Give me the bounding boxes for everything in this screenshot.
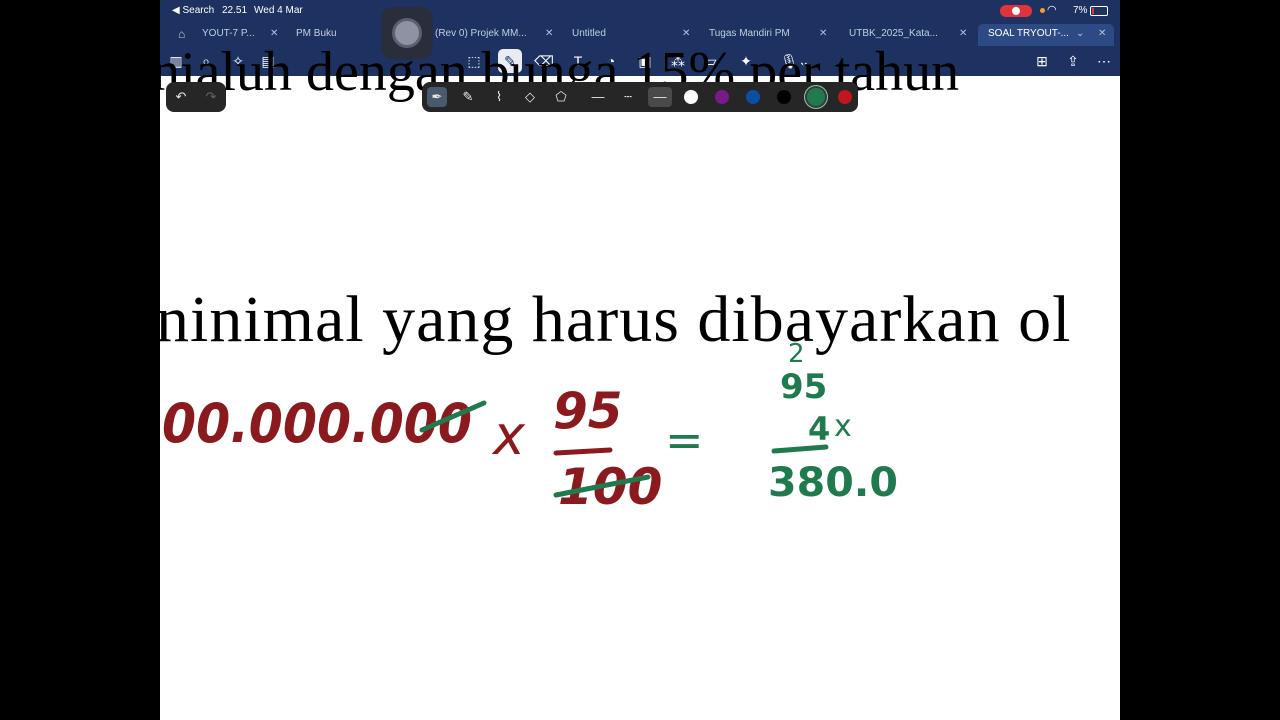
color-swatch-red[interactable] (838, 90, 852, 104)
ink-amount: 00.000.000 (162, 392, 472, 455)
ipad-screen: ◀ Search 22.51 Wed 4 Mar ◠ 7% ⌂ YOUT-7 P… (160, 0, 1120, 720)
fraction-bar (553, 447, 613, 456)
ink-times-small: x (834, 409, 852, 444)
thick-stroke-option[interactable]: — (648, 87, 672, 107)
pen-options-toolbar: ✒ ✎ ⌇ ◇ ⬠ — ┄ — (422, 82, 858, 112)
ink-numerator: 95 (553, 382, 623, 440)
brush-pen-icon[interactable]: ⌇ (489, 87, 509, 107)
ink-carry: 2 (788, 339, 805, 369)
ink-denominator: 100 (558, 458, 662, 516)
red-ink-group: 00.000.000 x 95 100 (162, 382, 662, 516)
color-swatch-purple[interactable] (715, 90, 729, 104)
ink-equals: = (665, 413, 704, 467)
color-swatch-white[interactable] (684, 90, 698, 104)
ink-times: x (491, 404, 526, 467)
color-swatch-green-selected[interactable] (807, 88, 825, 106)
screen-record-control[interactable] (381, 7, 433, 59)
ink-multiplicand: 95 (780, 367, 827, 407)
thin-stroke-option[interactable]: — (588, 87, 608, 107)
record-button-icon (395, 21, 419, 45)
sum-line (771, 444, 829, 454)
color-swatch-blue[interactable] (746, 90, 760, 104)
redo-icon[interactable]: ↷ (201, 87, 221, 107)
ball-pen-icon[interactable]: ✎ (458, 87, 478, 107)
undo-icon[interactable]: ↶ (171, 87, 191, 107)
dashed-stroke-option[interactable]: ┄ (618, 87, 638, 107)
fountain-pen-icon[interactable]: ✒ (427, 87, 447, 107)
highlighter-icon[interactable]: ◇ (520, 87, 540, 107)
ink-multiplier: 4 (808, 410, 830, 448)
shape-pen-icon[interactable]: ⬠ (551, 87, 571, 107)
color-swatch-black[interactable] (777, 90, 791, 104)
undo-redo-pill: ↶ ↷ (166, 82, 226, 112)
ink-result: 380.0 (768, 460, 898, 506)
